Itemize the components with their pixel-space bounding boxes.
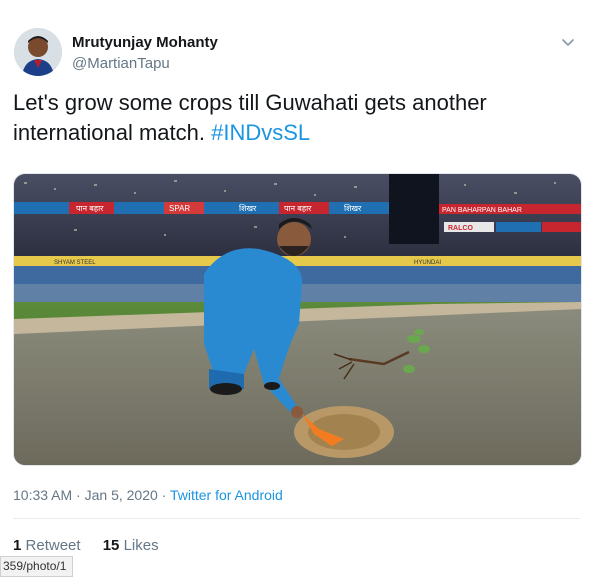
banner-text: RALCO (448, 225, 473, 232)
banner-text: शिखर (344, 203, 362, 213)
likes-count: 15 (102, 537, 120, 554)
tweet-stats: 1 Retweet 15 Likes (13, 537, 177, 554)
hashtag-link[interactable]: #INDvsSL (211, 120, 310, 145)
meta-separator: · (157, 487, 170, 503)
banner-text: शिखर (239, 203, 257, 213)
retweets-stat[interactable]: 1 Retweet (13, 537, 81, 554)
author-handle[interactable]: @MartianTapu (72, 55, 218, 72)
tweet: Mrutyunjay Mohanty @MartianTapu Let's gr… (0, 0, 590, 577)
likes-stat[interactable]: 15 Likes (103, 537, 159, 554)
tweet-time[interactable]: 10:33 AM (13, 487, 72, 503)
tweet-text: Let's grow some crops till Guwahati gets… (13, 88, 573, 148)
tweet-photo[interactable]: पान बहार SPAR शिखर पान बहार शिखर PAN BAH… (13, 173, 582, 466)
retweets-label: Retweet (25, 537, 81, 554)
tweet-date[interactable]: Jan 5, 2020 (85, 487, 158, 503)
avatar[interactable] (14, 28, 62, 76)
banner-text: SPAR (169, 204, 190, 213)
banner-text: SHYAM STEEL (54, 260, 96, 266)
status-url-bar: 359/photo/1 (0, 556, 74, 577)
banner-text: पान बहार (76, 204, 104, 213)
divider (13, 518, 580, 519)
tweet-source-link[interactable]: Twitter for Android (170, 487, 283, 503)
tweet-meta: 10:33 AM · Jan 5, 2020 · Twitter for And… (13, 487, 283, 503)
likes-label: Likes (123, 537, 159, 554)
banner-text: HYUNDAI (414, 260, 441, 266)
retweets-count: 1 (13, 537, 22, 554)
author-block[interactable]: Mrutyunjay Mohanty @MartianTapu (72, 34, 218, 72)
chevron-down-icon[interactable] (558, 32, 578, 52)
banner-text: PAN BAHARPAN BAHAR (442, 207, 522, 214)
meta-separator: · (72, 487, 85, 503)
banner-text: पान बहार (284, 204, 312, 213)
author-name[interactable]: Mrutyunjay Mohanty (72, 34, 218, 51)
